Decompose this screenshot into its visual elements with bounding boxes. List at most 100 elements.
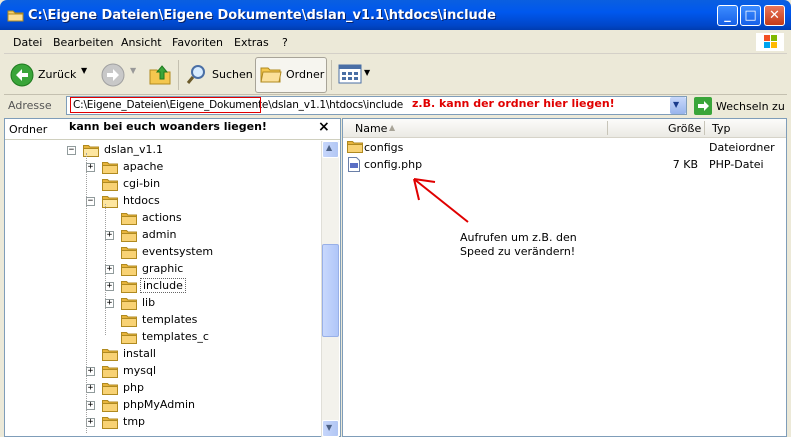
folder-pane-close-button[interactable]: × bbox=[318, 119, 330, 135]
search-button[interactable]: Suchen bbox=[212, 68, 253, 81]
folder-icon bbox=[102, 178, 118, 191]
windows-logo-icon bbox=[756, 33, 784, 51]
folder-icon bbox=[102, 365, 118, 378]
column-divider[interactable] bbox=[704, 121, 705, 135]
tree-item-php[interactable]: + php bbox=[5, 380, 320, 397]
chevron-down-icon[interactable]: ▼ bbox=[326, 423, 332, 432]
views-icon[interactable] bbox=[338, 64, 362, 84]
folder-icon bbox=[121, 212, 137, 225]
menu-bearbeiten[interactable]: Bearbeiten bbox=[53, 36, 113, 49]
tree-item-label[interactable]: htdocs bbox=[121, 194, 162, 207]
folder-icon bbox=[102, 399, 118, 412]
tree-item-label[interactable]: phpMyAdmin bbox=[121, 398, 197, 411]
tree-item-htdocs[interactable]: − htdocs bbox=[5, 193, 320, 210]
tree-scrollbar[interactable]: ▲ ▼ bbox=[321, 141, 339, 437]
forward-arrow-icon[interactable] bbox=[101, 63, 125, 87]
tree-item-label[interactable]: templates bbox=[140, 313, 199, 326]
forward-dropdown-arrow-icon[interactable]: ▼ bbox=[130, 66, 136, 75]
expand-icon[interactable]: + bbox=[105, 231, 114, 240]
file-name[interactable]: configs bbox=[364, 141, 403, 154]
collapse-icon[interactable]: − bbox=[67, 146, 76, 155]
tree-item-label[interactable]: actions bbox=[140, 211, 184, 224]
tree-item-actions[interactable]: actions bbox=[5, 210, 320, 227]
folder-icon bbox=[102, 382, 118, 395]
expand-icon[interactable]: + bbox=[86, 367, 95, 376]
tree-item-phpmyadmin[interactable]: + phpMyAdmin bbox=[5, 397, 320, 414]
maximize-button[interactable]: □ bbox=[740, 5, 761, 26]
menu-ansicht[interactable]: Ansicht bbox=[121, 36, 162, 49]
column-header-type[interactable]: Typ bbox=[712, 122, 731, 135]
tree-item-label[interactable]: php bbox=[121, 381, 146, 394]
tree-item-templates-c[interactable]: templates_c bbox=[5, 329, 320, 346]
toolbar-divider bbox=[331, 60, 332, 90]
toolbar-divider bbox=[178, 60, 179, 90]
expand-icon[interactable]: + bbox=[86, 418, 95, 427]
tree-item-label[interactable]: tmp bbox=[121, 415, 147, 428]
column-header-name[interactable]: Name bbox=[355, 122, 387, 135]
menu-extras[interactable]: Extras bbox=[234, 36, 269, 49]
file-row[interactable]: configs Dateiordner bbox=[345, 139, 785, 155]
folder-pane-title: Ordner bbox=[9, 123, 48, 136]
tree-item-label[interactable]: templates_c bbox=[140, 330, 211, 343]
tree-item-label[interactable]: include bbox=[140, 278, 186, 293]
chevron-down-icon[interactable]: ▼ bbox=[673, 100, 679, 109]
folders-icon[interactable] bbox=[260, 64, 282, 84]
file-size: 7 KB bbox=[672, 158, 698, 171]
address-label: Adresse bbox=[8, 99, 52, 112]
tree-item-apache[interactable]: + apache bbox=[5, 159, 320, 176]
views-dropdown-arrow-icon[interactable]: ▼ bbox=[364, 68, 370, 77]
tree-item-label[interactable]: eventsystem bbox=[140, 245, 215, 258]
column-header-size[interactable]: Größe bbox=[668, 122, 701, 135]
expand-icon[interactable]: + bbox=[86, 401, 95, 410]
collapse-icon[interactable]: − bbox=[86, 197, 95, 206]
back-arrow-icon[interactable] bbox=[10, 63, 34, 87]
menu-datei[interactable]: Datei bbox=[13, 36, 42, 49]
tree-item-label[interactable]: graphic bbox=[140, 262, 185, 275]
tree-item-label[interactable]: admin bbox=[140, 228, 178, 241]
minimize-button[interactable]: _ bbox=[717, 5, 738, 26]
back-button[interactable]: Zurück bbox=[38, 68, 76, 81]
folders-button[interactable]: Ordner bbox=[286, 68, 324, 81]
menu-favoriten[interactable]: Favoriten bbox=[172, 36, 223, 49]
tree-item-tmp[interactable]: + tmp bbox=[5, 414, 320, 431]
tree-item-templates[interactable]: templates bbox=[5, 312, 320, 329]
sort-ascending-icon: ▲ bbox=[389, 123, 396, 132]
tree-item-eventsystem[interactable]: eventsystem bbox=[5, 244, 320, 261]
expand-icon[interactable]: + bbox=[105, 299, 114, 308]
folder-icon bbox=[7, 10, 24, 22]
tree-item-graphic[interactable]: + graphic bbox=[5, 261, 320, 278]
address-highlight-box bbox=[70, 97, 261, 113]
chevron-up-icon[interactable]: ▲ bbox=[326, 143, 332, 152]
tree-item-label[interactable]: install bbox=[121, 347, 158, 360]
tree-item-label[interactable]: mysql bbox=[121, 364, 158, 377]
tree-item-label[interactable]: lib bbox=[140, 296, 157, 309]
tree-item-label[interactable]: cgi-bin bbox=[121, 177, 162, 190]
tree-item-admin[interactable]: + admin bbox=[5, 227, 320, 244]
close-button[interactable]: ✕ bbox=[764, 5, 785, 26]
folder-annotation: kann bei euch woanders liegen! bbox=[69, 120, 267, 133]
scroll-thumb[interactable] bbox=[322, 244, 339, 337]
go-arrow-icon[interactable] bbox=[694, 97, 712, 115]
tree-item-include[interactable]: + include bbox=[5, 278, 320, 295]
tree-item-label[interactable]: dslan_v1.1 bbox=[102, 143, 165, 156]
expand-icon[interactable]: + bbox=[86, 384, 95, 393]
tree-item-dslan-v1-1[interactable]: − dslan_v1.1 bbox=[5, 142, 320, 159]
expand-icon[interactable]: + bbox=[105, 265, 114, 274]
tree-item-install[interactable]: install bbox=[5, 346, 320, 363]
tree-item-cgi-bin[interactable]: cgi-bin bbox=[5, 176, 320, 193]
expand-icon[interactable]: + bbox=[86, 163, 95, 172]
column-divider[interactable] bbox=[607, 121, 608, 135]
expand-icon[interactable]: + bbox=[105, 282, 114, 291]
tree-item-label[interactable]: apache bbox=[121, 160, 165, 173]
back-dropdown-arrow-icon[interactable]: ▼ bbox=[81, 66, 87, 75]
folder-icon bbox=[102, 348, 118, 361]
menu-help[interactable]: ? bbox=[282, 36, 288, 49]
folder-icon bbox=[121, 280, 137, 293]
tree-item-mysql[interactable]: + mysql bbox=[5, 363, 320, 380]
window-title: C:\Eigene Dateien\Eigene Dokumente\dslan… bbox=[28, 8, 496, 23]
search-icon[interactable] bbox=[186, 63, 208, 85]
go-button[interactable]: Wechseln zu bbox=[716, 100, 785, 113]
folder-up-icon[interactable] bbox=[148, 62, 172, 86]
tree-item-lib[interactable]: + lib bbox=[5, 295, 320, 312]
folder-icon bbox=[121, 246, 137, 259]
